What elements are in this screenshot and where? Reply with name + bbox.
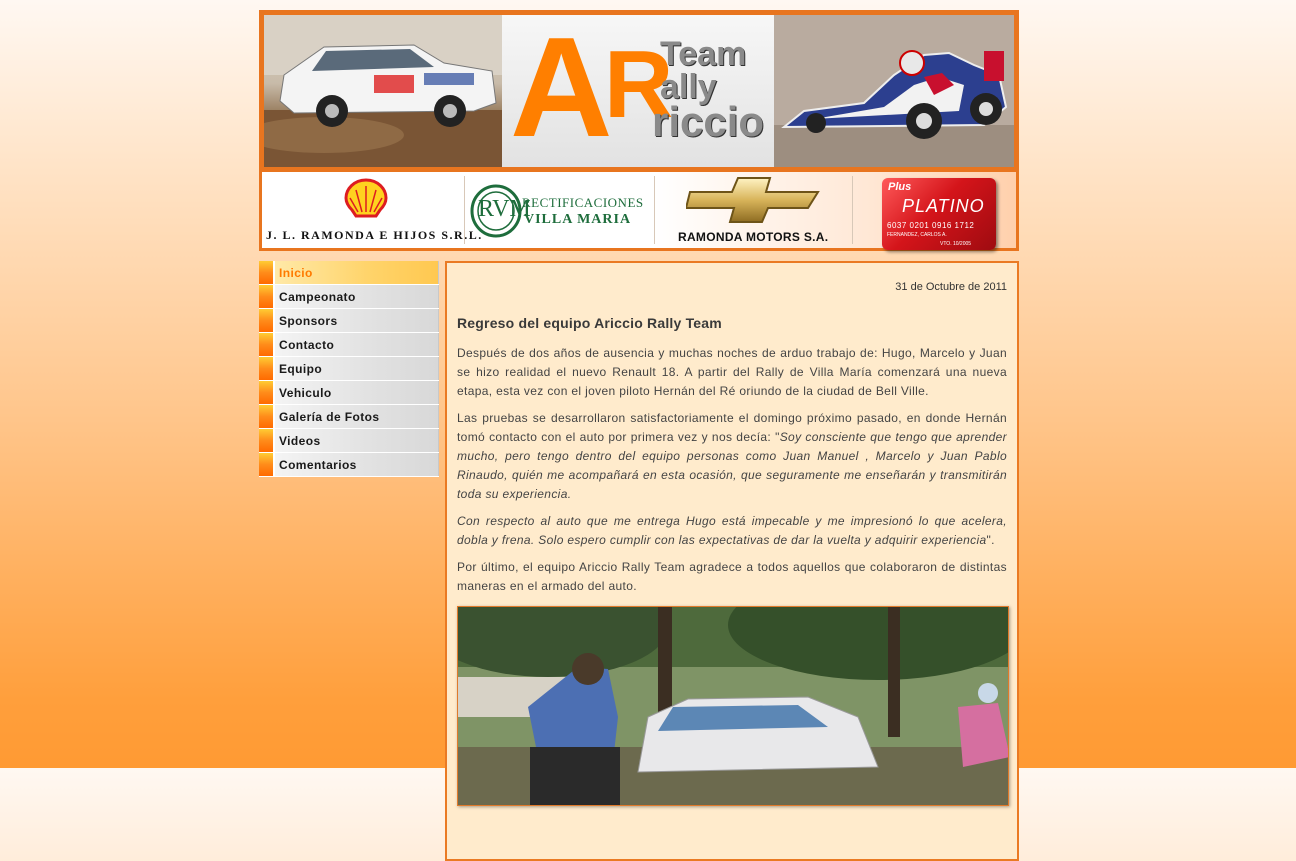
platino-name-label: PLATINO xyxy=(902,196,985,216)
header-banner: A R Team ally riccio J. L. RAMONDA E HIJ… xyxy=(259,10,1019,251)
sponsor-strip: J. L. RAMONDA E HIJOS S.R.L. RVM RECTIFI… xyxy=(262,172,1016,250)
rvm-line-2: VILLA MARIA xyxy=(524,212,632,227)
rvm-line-1: RECTIFICACIONES xyxy=(522,195,644,210)
menu-accent xyxy=(259,453,273,476)
paragraph-text: ". xyxy=(986,533,995,547)
menu-label: Galería de Fotos xyxy=(279,410,380,424)
logo-word-team: Team xyxy=(660,35,747,73)
menu-item-vehiculo[interactable]: Vehiculo xyxy=(259,381,439,405)
main-content: 31 de Octubre de 2011 Regreso del equipo… xyxy=(445,261,1019,861)
logo-word-ariccio: riccio xyxy=(652,98,765,145)
post-paragraph: Después de dos años de ausencia y muchas… xyxy=(457,346,1007,398)
menu-label: Sponsors xyxy=(279,314,338,328)
menu-label: Vehiculo xyxy=(279,386,332,400)
platino-credit-card: Plus PLATINO 6037 0201 0916 1712 FERNAND… xyxy=(882,178,996,250)
menu-label: Inicio xyxy=(279,266,313,280)
shell-sponsor-label: J. L. RAMONDA E HIJOS S.R.L. xyxy=(266,228,483,242)
sponsor-divider xyxy=(464,176,465,244)
menu-accent xyxy=(259,285,273,308)
menu-item-comentarios[interactable]: Comentarios xyxy=(259,453,439,477)
post-paragraph: Con respecto al auto que me entrega Hugo… xyxy=(457,512,1007,550)
platino-card-expiry: VTO. 10/2005 xyxy=(940,241,972,247)
ramonda-motors-label: RAMONDA MOTORS S.A. xyxy=(678,230,829,244)
menu-item-inicio[interactable]: Inicio xyxy=(259,261,439,285)
sponsor-shell[interactable]: J. L. RAMONDA E HIJOS S.R.L. xyxy=(262,172,481,248)
menu-item-sponsors[interactable]: Sponsors xyxy=(259,309,439,333)
menu-accent xyxy=(259,405,273,428)
shell-logo-icon xyxy=(344,178,388,218)
main-menu: Inicio Campeonato Sponsors Contacto Equi… xyxy=(259,261,439,477)
team-car-photo xyxy=(458,607,1008,805)
menu-accent xyxy=(259,381,273,404)
sponsor-rectificaciones[interactable]: RVM RECTIFICACIONES VILLA MARIA xyxy=(466,172,654,248)
post-date: 31 de Octubre de 2011 xyxy=(895,281,1007,293)
formula-car-image xyxy=(774,15,1014,167)
menu-accent xyxy=(259,429,273,452)
quote-text: Con respecto al auto que me entrega Hugo… xyxy=(457,514,1007,547)
post-photo xyxy=(457,606,1009,806)
sponsor-divider xyxy=(852,176,853,244)
menu-item-equipo[interactable]: Equipo xyxy=(259,357,439,381)
platino-card-holder: FERNANDEZ, CARLOS A. xyxy=(887,232,947,238)
menu-label: Equipo xyxy=(279,362,323,376)
sponsor-divider xyxy=(654,176,655,244)
rally-car-photo xyxy=(264,15,502,167)
chevrolet-bowtie-icon xyxy=(686,177,820,223)
platino-plus-label: Plus xyxy=(888,181,912,193)
sponsor-platino-card[interactable]: Plus PLATINO 6037 0201 0916 1712 FERNAND… xyxy=(854,172,1016,250)
menu-label: Videos xyxy=(279,434,321,448)
menu-item-videos[interactable]: Videos xyxy=(259,429,439,453)
header-photo-strip: A R Team ally riccio xyxy=(264,15,1014,167)
team-logo: A R Team ally riccio xyxy=(502,15,774,167)
menu-accent xyxy=(259,261,273,284)
formula-car-photo xyxy=(774,15,1014,167)
menu-item-galeria-de-fotos[interactable]: Galería de Fotos xyxy=(259,405,439,429)
post-paragraph: Las pruebas se desarrollaron satisfactor… xyxy=(457,409,1007,504)
logo-letter-a: A xyxy=(510,15,613,167)
menu-accent xyxy=(259,333,273,356)
post-title: Regreso del equipo Ariccio Rally Team xyxy=(457,315,722,331)
menu-accent xyxy=(259,357,273,380)
sponsor-ramonda-motors[interactable]: RAMONDA MOTORS S.A. xyxy=(656,172,852,248)
menu-accent xyxy=(259,309,273,332)
post-paragraph: Por último, el equipo Ariccio Rally Team… xyxy=(457,560,1007,593)
rally-car-image xyxy=(264,15,502,167)
menu-label: Comentarios xyxy=(279,458,357,472)
menu-label: Campeonato xyxy=(279,290,356,304)
menu-item-contacto[interactable]: Contacto xyxy=(259,333,439,357)
menu-item-campeonato[interactable]: Campeonato xyxy=(259,285,439,309)
platino-card-number: 6037 0201 0916 1712 xyxy=(887,221,975,230)
menu-label: Contacto xyxy=(279,338,335,352)
